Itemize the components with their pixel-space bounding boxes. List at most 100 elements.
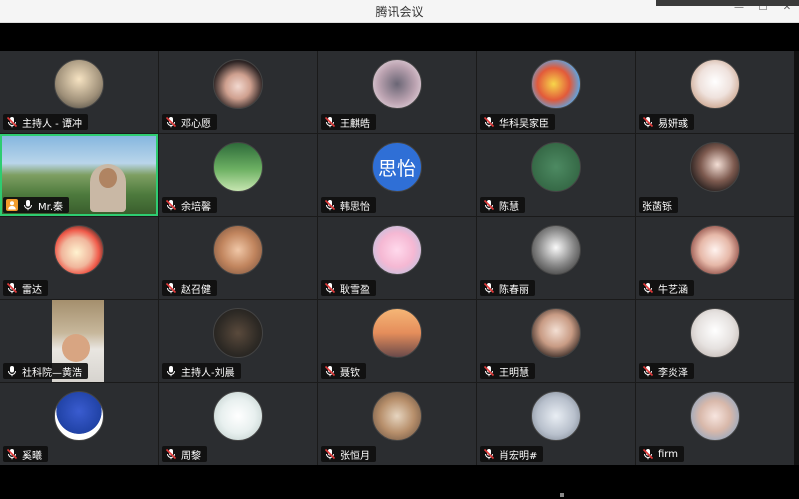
participant-tile[interactable]: 陈慧 bbox=[477, 134, 635, 216]
scroll-edge[interactable] bbox=[794, 51, 799, 465]
participant-label: firm bbox=[639, 446, 684, 462]
participant-name: 张恒月 bbox=[340, 450, 370, 462]
participant-tile[interactable]: 王明慧 bbox=[477, 300, 635, 382]
participant-name: 张菡铄 bbox=[642, 201, 672, 213]
participant-name: 余培馨 bbox=[181, 201, 211, 213]
participant-name: 陈慧 bbox=[499, 201, 519, 213]
avatar bbox=[690, 308, 740, 358]
participant-tile[interactable]: 雷达 bbox=[0, 217, 158, 299]
participant-label: 主持人-刘晨 bbox=[162, 363, 241, 379]
avatar bbox=[213, 225, 263, 275]
participant-label: 陈春丽 bbox=[480, 280, 535, 296]
participant-label: 邓心愿 bbox=[162, 114, 217, 130]
avatar bbox=[54, 59, 104, 109]
participant-tile[interactable]: 思怡 韩思怡 bbox=[318, 134, 476, 216]
participant-label: 周黎 bbox=[162, 446, 207, 462]
participant-tile[interactable]: 牛艺涵 bbox=[636, 217, 794, 299]
participant-label: 社科院—黄浩 bbox=[3, 363, 88, 379]
avatar bbox=[531, 142, 581, 192]
participant-tile[interactable]: 耿雪盈 bbox=[318, 217, 476, 299]
mic-icon bbox=[6, 365, 18, 377]
participant-tile[interactable]: 肖宏明# bbox=[477, 383, 635, 465]
participant-name: Mr.秦 bbox=[38, 201, 63, 213]
avatar bbox=[213, 142, 263, 192]
participant-tile[interactable]: 赵召健 bbox=[159, 217, 317, 299]
mic-muted-icon bbox=[6, 282, 18, 294]
participant-name: 邓心愿 bbox=[181, 118, 211, 130]
participant-label: 耿雪盈 bbox=[321, 280, 376, 296]
person-icon bbox=[6, 199, 18, 211]
participant-name: 韩思怡 bbox=[340, 201, 370, 213]
participant-label: 王麒皓 bbox=[321, 114, 376, 130]
participant-tile[interactable]: 张恒月 bbox=[318, 383, 476, 465]
participant-label: 赵召健 bbox=[162, 280, 217, 296]
avatar bbox=[372, 391, 422, 441]
mic-muted-icon bbox=[165, 448, 177, 460]
participant-name: firm bbox=[658, 448, 678, 460]
participant-tile[interactable]: 余培馨 bbox=[159, 134, 317, 216]
mic-muted-icon bbox=[642, 282, 654, 294]
participant-label: 聂钦 bbox=[321, 363, 366, 379]
participant-tile[interactable]: 奚曦 bbox=[0, 383, 158, 465]
mic-muted-icon bbox=[483, 448, 495, 460]
mic-muted-icon bbox=[483, 282, 495, 294]
participant-tile[interactable]: 社科院—黄浩 bbox=[0, 300, 158, 382]
avatar bbox=[372, 225, 422, 275]
avatar bbox=[213, 391, 263, 441]
participant-tile[interactable]: 陈春丽 bbox=[477, 217, 635, 299]
participant-name: 陈春丽 bbox=[499, 284, 529, 296]
avatar bbox=[54, 225, 104, 275]
mic-icon bbox=[22, 199, 34, 211]
participant-name: 李炎泽 bbox=[658, 367, 688, 379]
video-person bbox=[90, 164, 126, 212]
participant-tile[interactable]: 李炎泽 bbox=[636, 300, 794, 382]
participant-tile[interactable]: firm bbox=[636, 383, 794, 465]
participant-label: 陈慧 bbox=[480, 197, 525, 213]
participant-tile[interactable]: 聂钦 bbox=[318, 300, 476, 382]
participant-tile[interactable]: 主持人-刘晨 bbox=[159, 300, 317, 382]
avatar bbox=[690, 142, 740, 192]
mic-muted-icon bbox=[324, 199, 336, 211]
avatar bbox=[690, 225, 740, 275]
mic-muted-icon bbox=[6, 116, 18, 128]
mic-icon bbox=[165, 365, 177, 377]
mic-muted-icon bbox=[642, 116, 654, 128]
bottom-bar bbox=[0, 465, 794, 499]
participant-label: 雷达 bbox=[3, 280, 48, 296]
avatar bbox=[372, 308, 422, 358]
participant-tile[interactable]: 王麒皓 bbox=[318, 51, 476, 133]
participant-label: Mr.秦 bbox=[3, 197, 69, 213]
mic-muted-icon bbox=[642, 365, 654, 377]
participant-name: 聂钦 bbox=[340, 367, 360, 379]
participant-tile[interactable]: 华科吴家臣 bbox=[477, 51, 635, 133]
avatar bbox=[690, 59, 740, 109]
participant-label: 华科吴家臣 bbox=[480, 114, 555, 130]
avatar bbox=[531, 391, 581, 441]
participant-name: 王明慧 bbox=[499, 367, 529, 379]
participant-label: 张恒月 bbox=[321, 446, 376, 462]
participant-tile[interactable]: 易妍彧 bbox=[636, 51, 794, 133]
avatar bbox=[531, 59, 581, 109]
mic-muted-icon bbox=[165, 282, 177, 294]
mic-muted-icon bbox=[324, 365, 336, 377]
mic-muted-icon bbox=[483, 199, 495, 211]
mic-muted-icon bbox=[324, 116, 336, 128]
participant-name: 华科吴家臣 bbox=[499, 118, 549, 130]
avatar bbox=[213, 308, 263, 358]
avatar bbox=[690, 391, 740, 441]
avatar bbox=[372, 59, 422, 109]
participant-label: 牛艺涵 bbox=[639, 280, 694, 296]
participant-tile[interactable]: 张菡铄 bbox=[636, 134, 794, 216]
mic-muted-icon bbox=[165, 116, 177, 128]
participant-tile[interactable]: 主持人 - 谭冲 bbox=[0, 51, 158, 133]
participant-tile[interactable]: 周黎 bbox=[159, 383, 317, 465]
participant-label: 韩思怡 bbox=[321, 197, 376, 213]
avatar bbox=[531, 225, 581, 275]
participant-tile[interactable]: Mr.秦 bbox=[0, 134, 158, 216]
participant-name: 牛艺涵 bbox=[658, 284, 688, 296]
mic-muted-icon bbox=[324, 282, 336, 294]
participant-label: 张菡铄 bbox=[639, 197, 678, 213]
participant-tile[interactable]: 邓心愿 bbox=[159, 51, 317, 133]
avatar bbox=[54, 391, 104, 441]
participant-name: 主持人-刘晨 bbox=[181, 367, 235, 379]
